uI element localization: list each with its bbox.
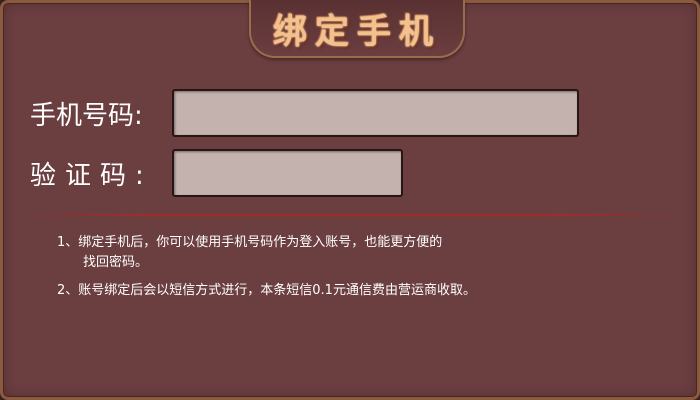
note-item: 1、绑定手机后，你可以使用手机号码作为登入账号，也能更方便的 找回密码。 [57, 233, 617, 273]
dialog-title: 绑定手机 [273, 11, 441, 52]
phone-number-input[interactable] [172, 89, 579, 137]
note-text: 2、账号绑定后会以短信方式进行，本条短信0.1元通信费由营运商收取。 [57, 283, 476, 298]
instructions: 1、绑定手机后，你可以使用手机号码作为登入账号，也能更方便的 找回密码。 2、账… [57, 233, 617, 309]
code-row: 验证码: [30, 149, 403, 197]
verification-code-input[interactable] [172, 149, 403, 197]
note-item: 2、账号绑定后会以短信方式进行，本条短信0.1元通信费由营运商收取。 [57, 281, 617, 301]
note-text: 1、绑定手机后，你可以使用手机号码作为登入账号，也能更方便的 [57, 235, 443, 250]
phone-row: 手机号码: [30, 89, 579, 137]
note-text-continued: 找回密码。 [83, 255, 149, 270]
divider [13, 214, 687, 216]
phone-label: 手机号码: [30, 100, 143, 131]
code-label: 验证码: [30, 160, 153, 191]
bind-phone-dialog: 绑定手机 手机号码: 验证码: 1、绑定手机后，你可以使用手机号码作为登入账号，… [0, 0, 700, 400]
title-banner: 绑定手机 [249, 0, 465, 58]
